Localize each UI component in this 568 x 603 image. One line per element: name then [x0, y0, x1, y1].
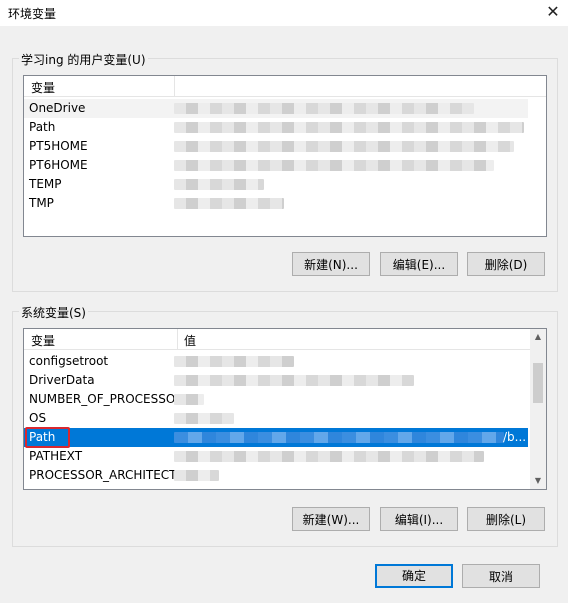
vertical-scrollbar[interactable]: ▲ ▼	[530, 329, 546, 489]
table-row[interactable]: TMP	[24, 194, 528, 213]
scrollbar-thumb[interactable]	[533, 363, 543, 403]
table-row[interactable]: PATHEXT	[24, 447, 528, 466]
list-header: 变量	[24, 76, 546, 97]
table-row[interactable]: PROCESSOR_ARCHITECT...	[24, 466, 528, 485]
table-row[interactable]: PT6HOME	[24, 156, 528, 175]
column-header-name[interactable]: 变量	[31, 332, 55, 349]
system-variables-list[interactable]: 变量 值 configsetroot DriverData NUMBER_OF_…	[23, 328, 547, 490]
ok-button[interactable]: 确定	[375, 564, 453, 588]
table-row[interactable]: configsetroot	[24, 352, 528, 371]
path-value-tail: /b...	[503, 430, 527, 444]
table-row[interactable]: NUMBER_OF_PROCESSORS	[24, 390, 528, 409]
table-row-selected[interactable]: Path /b...	[24, 428, 528, 447]
system-variables-title: 系统变量(S)	[19, 304, 88, 321]
table-row[interactable]: OS	[24, 409, 528, 428]
chevron-up-icon[interactable]: ▲	[530, 329, 546, 345]
user-edit-button[interactable]: 编辑(E)...	[380, 252, 458, 276]
environment-variables-dialog: 环境变量 ✕ 学习ing 的用户变量(U) 变量 OneDrive Path P…	[0, 0, 568, 603]
window-title: 环境变量	[8, 7, 57, 21]
system-new-button[interactable]: 新建(W)...	[292, 507, 370, 531]
table-row[interactable]: PT5HOME	[24, 137, 528, 156]
user-variables-list[interactable]: 变量 OneDrive Path PT5HOME PT6HOME TEMP TM…	[23, 75, 547, 237]
system-edit-button[interactable]: 编辑(I)...	[380, 507, 458, 531]
chevron-down-icon[interactable]: ▼	[530, 473, 546, 489]
system-delete-button[interactable]: 删除(L)	[467, 507, 545, 531]
close-icon[interactable]: ✕	[541, 1, 565, 23]
table-row[interactable]: Path	[24, 118, 528, 137]
path-highlight-box	[25, 427, 70, 448]
table-row[interactable]: OneDrive	[24, 99, 528, 118]
user-delete-button[interactable]: 删除(D)	[467, 252, 545, 276]
column-header-name[interactable]: 变量	[31, 79, 55, 96]
user-variables-title: 学习ing 的用户变量(U)	[19, 51, 148, 68]
list-header: 变量 值	[24, 329, 546, 350]
table-row[interactable]: DriverData	[24, 371, 528, 390]
cancel-button[interactable]: 取消	[462, 564, 540, 588]
user-new-button[interactable]: 新建(N)...	[292, 252, 370, 276]
table-row[interactable]: TEMP	[24, 175, 528, 194]
column-header-value[interactable]: 值	[184, 332, 196, 349]
title-bar: 环境变量 ✕	[0, 0, 568, 26]
